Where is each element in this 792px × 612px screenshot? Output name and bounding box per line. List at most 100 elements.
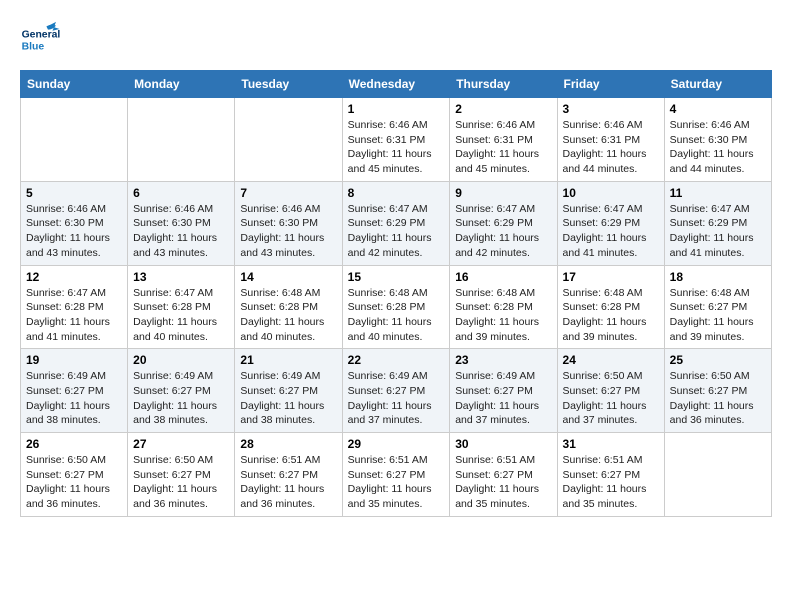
calendar-cell: 17 Sunrise: 6:48 AMSunset: 6:28 PMDayligh…: [557, 265, 664, 349]
day-number: 4: [670, 102, 766, 116]
day-number: 22: [348, 353, 445, 367]
calendar-cell: 25 Sunrise: 6:50 AMSunset: 6:27 PMDayligh…: [664, 349, 771, 433]
day-number: 3: [563, 102, 659, 116]
calendar-cell: 6 Sunrise: 6:46 AMSunset: 6:30 PMDaylight…: [128, 181, 235, 265]
day-info: Sunrise: 6:50 AMSunset: 6:27 PMDaylight:…: [133, 453, 229, 512]
day-number: 30: [455, 437, 551, 451]
calendar-cell: 18 Sunrise: 6:48 AMSunset: 6:27 PMDayligh…: [664, 265, 771, 349]
day-number: 27: [133, 437, 229, 451]
calendar-cell: 15Sunrise: 6:48 AMSunset: 6:28 PMDayligh…: [342, 265, 450, 349]
svg-text:General: General: [22, 30, 60, 41]
day-info: Sunrise: 6:47 AMSunset: 6:28 PMDaylight:…: [26, 286, 122, 345]
day-number: 19: [26, 353, 122, 367]
calendar-cell: [21, 98, 128, 182]
calendar-cell: 11Sunrise: 6:47 AMSunset: 6:29 PMDayligh…: [664, 181, 771, 265]
day-info: Sunrise: 6:48 AMSunset: 6:28 PMDaylight:…: [240, 286, 336, 345]
day-number: 9: [455, 186, 551, 200]
day-number: 26: [26, 437, 122, 451]
day-info: Sunrise: 6:48 AMSunset: 6:28 PMDaylight:…: [563, 286, 659, 345]
calendar-cell: 8 Sunrise: 6:47 AMSunset: 6:29 PMDaylight…: [342, 181, 450, 265]
day-info: Sunrise: 6:49 AMSunset: 6:27 PMDaylight:…: [26, 369, 122, 428]
day-number: 6: [133, 186, 229, 200]
day-info: Sunrise: 6:49 AMSunset: 6:27 PMDaylight:…: [133, 369, 229, 428]
day-info: Sunrise: 6:51 AMSunset: 6:27 PMDaylight:…: [563, 453, 659, 512]
calendar-cell: 23 Sunrise: 6:49 AMSunset: 6:27 PMDayligh…: [450, 349, 557, 433]
calendar-cell: 4 Sunrise: 6:46 AMSunset: 6:30 PMDaylight…: [664, 98, 771, 182]
calendar-cell: 20 Sunrise: 6:49 AMSunset: 6:27 PMDayligh…: [128, 349, 235, 433]
calendar-cell: 16Sunrise: 6:48 AMSunset: 6:28 PMDayligh…: [450, 265, 557, 349]
calendar-cell: 7 Sunrise: 6:46 AMSunset: 6:30 PMDaylight…: [235, 181, 342, 265]
day-number: 16: [455, 270, 551, 284]
day-info: Sunrise: 6:51 AMSunset: 6:27 PMDaylight:…: [455, 453, 551, 512]
day-number: 28: [240, 437, 336, 451]
day-info: Sunrise: 6:50 AMSunset: 6:27 PMDaylight:…: [563, 369, 659, 428]
day-info: Sunrise: 6:49 AMSunset: 6:27 PMDaylight:…: [455, 369, 551, 428]
day-info: Sunrise: 6:46 AMSunset: 6:30 PMDaylight:…: [133, 202, 229, 261]
day-number: 20: [133, 353, 229, 367]
calendar-cell: 27 Sunrise: 6:50 AMSunset: 6:27 PMDayligh…: [128, 433, 235, 517]
calendar-cell: 5 Sunrise: 6:46 AMSunset: 6:30 PMDaylight…: [21, 181, 128, 265]
weekday-header-wednesday: Wednesday: [342, 71, 450, 98]
calendar-cell: 1Sunrise: 6:46 AMSunset: 6:31 PMDaylight…: [342, 98, 450, 182]
day-info: Sunrise: 6:51 AMSunset: 6:27 PMDaylight:…: [348, 453, 445, 512]
day-number: 2: [455, 102, 551, 116]
day-info: Sunrise: 6:49 AMSunset: 6:27 PMDaylight:…: [240, 369, 336, 428]
day-number: 18: [670, 270, 766, 284]
calendar-cell: 2 Sunrise: 6:46 AMSunset: 6:31 PMDaylight…: [450, 98, 557, 182]
calendar-cell: 30 Sunrise: 6:51 AMSunset: 6:27 PMDayligh…: [450, 433, 557, 517]
calendar-cell: [128, 98, 235, 182]
calendar-cell: 13Sunrise: 6:47 AMSunset: 6:28 PMDayligh…: [128, 265, 235, 349]
calendar-cell: 28 Sunrise: 6:51 AMSunset: 6:27 PMDayligh…: [235, 433, 342, 517]
calendar-cell: 12 Sunrise: 6:47 AMSunset: 6:28 PMDayligh…: [21, 265, 128, 349]
day-number: 10: [563, 186, 659, 200]
weekday-header-saturday: Saturday: [664, 71, 771, 98]
weekday-header-tuesday: Tuesday: [235, 71, 342, 98]
day-number: 15: [348, 270, 445, 284]
day-info: Sunrise: 6:47 AMSunset: 6:29 PMDaylight:…: [348, 202, 445, 261]
day-number: 5: [26, 186, 122, 200]
day-info: Sunrise: 6:46 AMSunset: 6:31 PMDaylight:…: [563, 118, 659, 177]
day-number: 31: [563, 437, 659, 451]
weekday-header-thursday: Thursday: [450, 71, 557, 98]
day-info: Sunrise: 6:51 AMSunset: 6:27 PMDaylight:…: [240, 453, 336, 512]
calendar-cell: 26 Sunrise: 6:50 AMSunset: 6:27 PMDayligh…: [21, 433, 128, 517]
calendar: SundayMondayTuesdayWednesdayThursdayFrid…: [20, 70, 772, 517]
day-info: Sunrise: 6:48 AMSunset: 6:27 PMDaylight:…: [670, 286, 766, 345]
calendar-cell: 31 Sunrise: 6:51 AMSunset: 6:27 PMDayligh…: [557, 433, 664, 517]
day-info: Sunrise: 6:46 AMSunset: 6:31 PMDaylight:…: [348, 118, 445, 177]
day-info: Sunrise: 6:47 AMSunset: 6:29 PMDaylight:…: [670, 202, 766, 261]
day-number: 17: [563, 270, 659, 284]
calendar-cell: [664, 433, 771, 517]
day-number: 23: [455, 353, 551, 367]
day-number: 12: [26, 270, 122, 284]
day-info: Sunrise: 6:50 AMSunset: 6:27 PMDaylight:…: [26, 453, 122, 512]
calendar-cell: 29 Sunrise: 6:51 AMSunset: 6:27 PMDayligh…: [342, 433, 450, 517]
calendar-cell: 14 Sunrise: 6:48 AMSunset: 6:28 PMDayligh…: [235, 265, 342, 349]
day-number: 8: [348, 186, 445, 200]
day-info: Sunrise: 6:49 AMSunset: 6:27 PMDaylight:…: [348, 369, 445, 428]
day-info: Sunrise: 6:46 AMSunset: 6:31 PMDaylight:…: [455, 118, 551, 177]
calendar-cell: 10 Sunrise: 6:47 AMSunset: 6:29 PMDayligh…: [557, 181, 664, 265]
calendar-cell: 19 Sunrise: 6:49 AMSunset: 6:27 PMDayligh…: [21, 349, 128, 433]
calendar-cell: 21Sunrise: 6:49 AMSunset: 6:27 PMDayligh…: [235, 349, 342, 433]
day-number: 14: [240, 270, 336, 284]
day-info: Sunrise: 6:46 AMSunset: 6:30 PMDaylight:…: [240, 202, 336, 261]
calendar-cell: 9 Sunrise: 6:47 AMSunset: 6:29 PMDaylight…: [450, 181, 557, 265]
logo: General Blue: [20, 20, 60, 60]
calendar-cell: 24 Sunrise: 6:50 AMSunset: 6:27 PMDayligh…: [557, 349, 664, 433]
day-number: 25: [670, 353, 766, 367]
weekday-header-monday: Monday: [128, 71, 235, 98]
day-info: Sunrise: 6:50 AMSunset: 6:27 PMDaylight:…: [670, 369, 766, 428]
day-number: 7: [240, 186, 336, 200]
day-info: Sunrise: 6:46 AMSunset: 6:30 PMDaylight:…: [670, 118, 766, 177]
weekday-header-friday: Friday: [557, 71, 664, 98]
svg-text:Blue: Blue: [22, 42, 45, 53]
day-info: Sunrise: 6:47 AMSunset: 6:29 PMDaylight:…: [455, 202, 551, 261]
weekday-header-sunday: Sunday: [21, 71, 128, 98]
calendar-cell: [235, 98, 342, 182]
day-info: Sunrise: 6:46 AMSunset: 6:30 PMDaylight:…: [26, 202, 122, 261]
day-number: 29: [348, 437, 445, 451]
day-info: Sunrise: 6:47 AMSunset: 6:29 PMDaylight:…: [563, 202, 659, 261]
day-number: 24: [563, 353, 659, 367]
day-number: 13: [133, 270, 229, 284]
